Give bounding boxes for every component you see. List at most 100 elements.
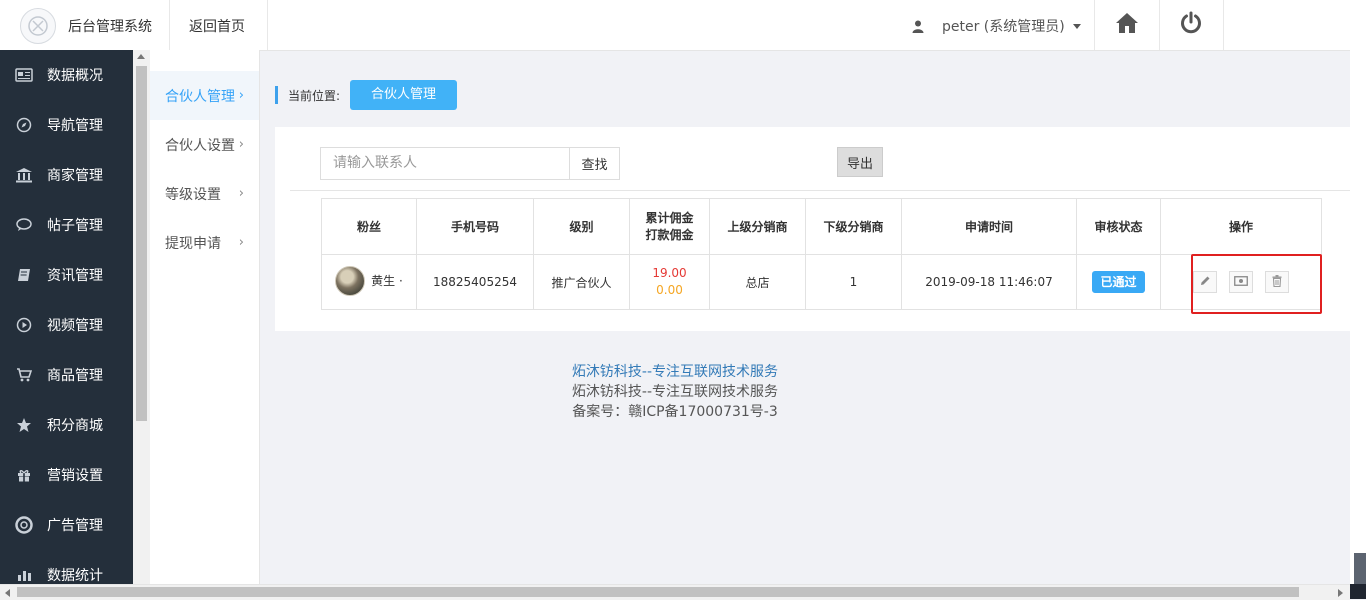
chart-icon [15, 566, 33, 584]
breadcrumb-marker [275, 86, 278, 104]
home-button[interactable] [1095, 0, 1159, 50]
cell-phone: 18825405254 [416, 254, 534, 310]
sidebar-item-label: 积分商城 [47, 418, 103, 434]
search-button[interactable]: 查找 [570, 147, 620, 180]
sidebar-item-videos[interactable]: 视频管理 [0, 300, 133, 350]
sidebar-item-merchants[interactable]: 商家管理 [0, 150, 133, 200]
bank-icon [15, 166, 33, 184]
top-header: 后台管理系统 返回首页 peter (系统管理员) [0, 0, 1350, 51]
partner-table: 粉丝 手机号码 级别 累计佣金 打款佣金 上级分销商 下级分销商 申请时间 审核… [321, 198, 1322, 310]
sub-menu: 合伙人管理 › 合伙人设置 › 等级设置 › 提现申请 › [150, 50, 260, 584]
scroll-grip[interactable] [1354, 553, 1366, 584]
sidebar-scrollbar[interactable] [133, 50, 150, 584]
page-vertical-scrollbar[interactable] [1350, 0, 1366, 584]
lifebuoy-icon [15, 516, 33, 534]
home-link[interactable]: 返回首页 [189, 16, 245, 36]
scroll-up-icon[interactable] [137, 54, 145, 59]
header-divider [267, 0, 268, 50]
sidebar-item-points-mall[interactable]: 积分商城 [0, 400, 133, 450]
cell-fan: 黄生 · [321, 254, 417, 310]
breadcrumb: 当前位置: 合伙人管理 [275, 80, 458, 110]
paid-commission: 0.00 [656, 283, 683, 297]
column-header-level: 级别 [533, 198, 630, 255]
sidebar-item-label: 数据概况 [47, 68, 103, 84]
sidebar-item-label: 广告管理 [47, 518, 103, 534]
total-commission: 19.00 [652, 266, 687, 280]
submenu-item-label: 合伙人设置 [165, 137, 235, 154]
column-header-status: 审核状态 [1076, 198, 1161, 255]
submenu-item-level-settings[interactable]: 等级设置 › [150, 169, 259, 218]
highlight-annotation [1191, 254, 1322, 314]
fan-info: 黄生 · [335, 265, 403, 296]
table-header-row: 粉丝 手机号码 级别 累计佣金 打款佣金 上级分销商 下级分销商 申请时间 审核… [321, 198, 1322, 255]
chevron-down-icon [1072, 23, 1081, 29]
page-horizontal-scrollbar[interactable] [0, 584, 1350, 600]
table-row: 黄生 · 18825405254 推广合伙人 19.00 0.00 总店 1 2… [321, 254, 1322, 310]
submenu-item-label: 等级设置 [165, 186, 221, 203]
submenu-item-partner-management[interactable]: 合伙人管理 › [150, 71, 259, 120]
play-icon [15, 316, 33, 334]
breadcrumb-label: 当前位置: [288, 88, 341, 103]
submenu-item-partner-settings[interactable]: 合伙人设置 › [150, 120, 259, 169]
chevron-right-icon: › [238, 186, 244, 201]
column-header-apply-time: 申请时间 [901, 198, 1077, 255]
user-menu[interactable]: peter (系统管理员) [912, 16, 1081, 36]
fan-name: 黄生 · [371, 274, 403, 288]
status-badge: 已通过 [1092, 271, 1145, 293]
search-input[interactable]: 请输入联系人 [320, 147, 570, 180]
chevron-right-icon: › [238, 88, 244, 103]
content-panel: 请输入联系人 查找 导出 粉丝 手机号码 级别 累计佣金 打款佣金 上级分销商 … [275, 127, 1350, 331]
user-name: peter (系统管理员) [942, 19, 1065, 35]
column-header-ops: 操作 [1160, 198, 1322, 255]
app-title: 后台管理系统 [68, 19, 152, 35]
chevron-right-icon: › [238, 137, 244, 152]
submenu-item-withdrawals[interactable]: 提现申请 › [150, 218, 259, 267]
column-header-phone: 手机号码 [416, 198, 534, 255]
divider [290, 190, 1350, 191]
sidebar-scroll-thumb[interactable] [136, 66, 147, 421]
sidebar-item-label: 营销设置 [47, 468, 103, 484]
sidebar-item-label: 商品管理 [47, 368, 103, 384]
home-icon [1115, 12, 1139, 38]
logo-icon [20, 8, 56, 44]
column-header-paid-commission: 打款佣金 [645, 227, 694, 242]
submenu-spacer [150, 50, 259, 71]
comment-icon [15, 216, 33, 234]
footer-link[interactable]: 炻沐钫科技--专注互联网技术服务 [465, 362, 885, 382]
submenu-item-label: 合伙人管理 [165, 88, 235, 105]
sidebar-item-dashboard[interactable]: 数据概况 [0, 50, 133, 100]
cell-status: 已通过 [1076, 254, 1161, 310]
sidebar-item-products[interactable]: 商品管理 [0, 350, 133, 400]
compass-icon [15, 116, 33, 134]
book-icon [15, 266, 33, 284]
chevron-right-icon: › [238, 235, 244, 250]
scroll-right-icon[interactable] [1338, 589, 1343, 597]
sidebar-item-ads[interactable]: 广告管理 [0, 500, 133, 550]
column-header-upper: 上级分销商 [709, 198, 806, 255]
column-header-lower: 下级分销商 [805, 198, 902, 255]
sidebar-item-marketing[interactable]: 营销设置 [0, 450, 133, 500]
dashboard-icon [15, 66, 33, 84]
cell-lower: 1 [805, 254, 902, 310]
cell-level: 推广合伙人 [533, 254, 630, 310]
column-header-total-commission: 累计佣金 [645, 210, 694, 225]
footer-icp: 备案号：赣ICP备17000731号-3 [572, 404, 778, 420]
sidebar-item-posts[interactable]: 帖子管理 [0, 200, 133, 250]
sidebar-item-label: 资讯管理 [47, 268, 103, 284]
cell-commission: 19.00 0.00 [629, 254, 710, 310]
logout-button[interactable] [1159, 0, 1223, 50]
export-button[interactable]: 导出 [837, 147, 883, 177]
sidebar-item-navigation[interactable]: 导航管理 [0, 100, 133, 150]
main-sidebar: 数据概况 导航管理 商家管理 帖子管理 资讯管理 视频管理 商品管理 积分商城 … [0, 50, 133, 584]
breadcrumb-current[interactable]: 合伙人管理 [350, 80, 458, 110]
sidebar-item-news[interactable]: 资讯管理 [0, 250, 133, 300]
horizontal-scroll-thumb[interactable] [17, 587, 1299, 597]
column-header-fan: 粉丝 [321, 198, 417, 255]
sidebar-item-label: 数据统计 [47, 568, 103, 584]
star-icon [15, 416, 33, 434]
scroll-left-icon[interactable] [5, 589, 10, 597]
cart-icon [15, 366, 33, 384]
sidebar-item-statistics[interactable]: 数据统计 [0, 550, 133, 584]
gift-icon [15, 466, 33, 484]
avatar [335, 265, 366, 296]
